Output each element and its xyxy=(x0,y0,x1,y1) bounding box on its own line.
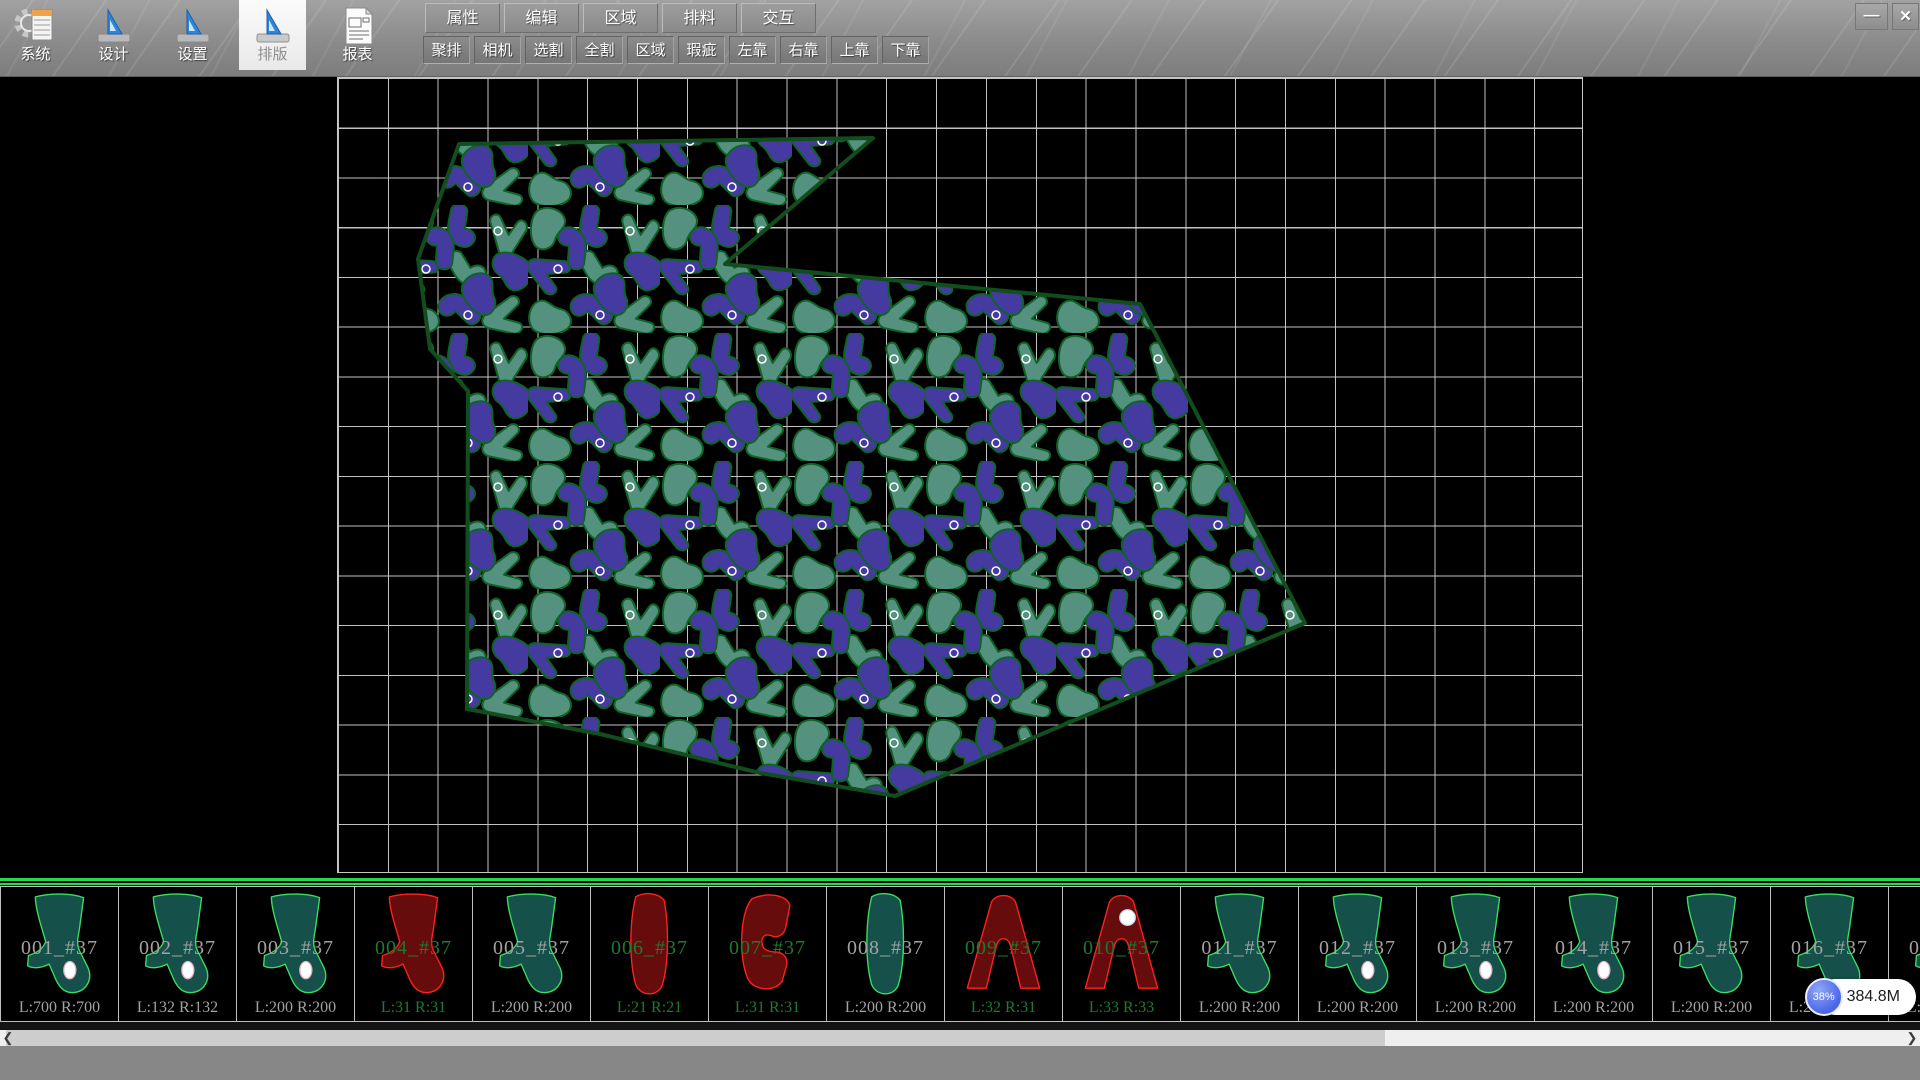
system-gear-icon xyxy=(14,6,58,46)
thumbnail-cell[interactable]: 010_#37 L:33 R:33 xyxy=(1062,886,1181,1022)
part-lr-count: L:33 R:33 xyxy=(1063,999,1180,1017)
tool-align-right[interactable]: 右靠 xyxy=(780,36,827,64)
thumbnail-cell[interactable]: 003_#37 L:200 R:200 xyxy=(236,886,355,1022)
hide-nesting-view[interactable] xyxy=(0,77,1920,878)
part-lr-count: L:200 R:200 xyxy=(1181,999,1298,1017)
application-window: 系统 设计 设置 排版 xyxy=(0,0,1920,1080)
part-lr-count: L:21 R:21 xyxy=(591,999,708,1017)
part-lr-count: L:132 R:132 xyxy=(119,999,236,1017)
design-setsquare-icon xyxy=(92,6,136,46)
menu-region[interactable]: 区域 xyxy=(583,3,658,33)
part-label: 015_#37 xyxy=(1653,937,1770,960)
thumbnail-cell[interactable]: 008_#37 L:200 R:200 xyxy=(826,886,945,1022)
thumbnail-cell[interactable]: 014_#37 L:200 R:200 xyxy=(1534,886,1653,1022)
menu-properties[interactable]: 属性 xyxy=(425,3,500,33)
tool-align-top[interactable]: 上靠 xyxy=(831,36,878,64)
big-button-label: 设置 xyxy=(159,43,226,64)
thumbnail-cell[interactable]: 012_#37 L:200 R:200 xyxy=(1298,886,1417,1022)
thumbnail-cell[interactable]: 001_#37 L:700 R:700 xyxy=(0,886,119,1022)
part-lr-count: L:200 R:200 xyxy=(1535,999,1652,1017)
part-label: 014_#37 xyxy=(1535,937,1652,960)
tool-region[interactable]: 区域 xyxy=(627,36,674,64)
big-button-design[interactable]: 设计 xyxy=(80,0,147,70)
layout-setsquare-icon xyxy=(251,6,295,46)
thumbnail-cell[interactable]: 009_#37 L:32 R:31 xyxy=(944,886,1063,1022)
menu-nesting[interactable]: 排料 xyxy=(662,3,737,33)
thumbnail-cell[interactable]: 015_#37 L:200 R:200 xyxy=(1652,886,1771,1022)
part-label: 013_#37 xyxy=(1417,937,1534,960)
toolbar: 系统 设计 设置 排版 xyxy=(0,0,1920,77)
thumbnail-cell[interactable]: 011_#37 L:200 R:200 xyxy=(1180,886,1299,1022)
part-lr-count: L:200 R:200 xyxy=(237,999,354,1017)
part-label: 007_#37 xyxy=(709,937,826,960)
tool-align-left[interactable]: 左靠 xyxy=(729,36,776,64)
part-label: 009_#37 xyxy=(945,937,1062,960)
tool-cut-all[interactable]: 全割 xyxy=(576,36,623,64)
thumbnail-cell[interactable]: 004_#37 L:31 R:31 xyxy=(354,886,473,1022)
scroll-left-icon[interactable]: ❮ xyxy=(0,1030,16,1046)
part-label: 008_#37 xyxy=(827,937,944,960)
big-button-label: 报表 xyxy=(324,43,391,64)
thumbnail-strip-cells: 001_#37 L:700 R:700 002_#37 L:132 R:132 … xyxy=(0,886,1920,1022)
big-button-system[interactable]: 系统 xyxy=(2,0,69,70)
menu-interactive[interactable]: 交互 xyxy=(741,3,816,33)
part-lr-count: L:200 R:200 xyxy=(1653,999,1770,1017)
part-lr-count: L:31 R:31 xyxy=(709,999,826,1017)
part-label: 005_#37 xyxy=(473,937,590,960)
memory-usage-badge: 38% 384.8M xyxy=(1805,978,1916,1016)
part-label: 012_#37 xyxy=(1299,937,1416,960)
menu-edit[interactable]: 编辑 xyxy=(504,3,579,33)
tool-cluster-nest[interactable]: 聚排 xyxy=(423,36,470,64)
part-label: 003_#37 xyxy=(237,937,354,960)
tool-defect[interactable]: 瑕疵 xyxy=(678,36,725,64)
part-label: 006_#37 xyxy=(591,937,708,960)
thumbnail-cell[interactable]: 005_#37 L:200 R:200 xyxy=(472,886,591,1022)
minimize-button[interactable]: — xyxy=(1855,3,1888,30)
big-button-layout[interactable]: 排版 xyxy=(239,0,306,70)
strip-bottom-gap xyxy=(0,1022,1920,1030)
big-button-label: 排版 xyxy=(239,43,306,64)
part-label: 001_#37 xyxy=(1,937,118,960)
nesting-workspace[interactable] xyxy=(0,77,1920,878)
thumbnail-cell[interactable]: 007_#37 L:31 R:31 xyxy=(708,886,827,1022)
usage-percent-indicator: 38% xyxy=(1805,978,1843,1016)
menu-bar: 属性 编辑 区域 排料 交互 xyxy=(425,3,816,33)
horizontal-scrollbar[interactable]: ❮ ❯ xyxy=(0,1030,1920,1046)
tool-align-bottom[interactable]: 下靠 xyxy=(882,36,929,64)
big-button-label: 设计 xyxy=(80,43,147,64)
part-label: 010_#37 xyxy=(1063,937,1180,960)
part-label: 004_#37 xyxy=(355,937,472,960)
big-button-settings[interactable]: 设置 xyxy=(159,0,226,70)
strip-separator-line xyxy=(0,878,1920,886)
part-label: 017_#37 xyxy=(1889,937,1920,960)
part-lr-count: L:31 R:31 xyxy=(355,999,472,1017)
status-bar xyxy=(0,1046,1920,1080)
scrollbar-thumb[interactable] xyxy=(6,1030,1385,1046)
big-button-report[interactable]: 报表 xyxy=(324,0,391,70)
part-label: 002_#37 xyxy=(119,937,236,960)
part-lr-count: L:200 R:200 xyxy=(473,999,590,1017)
scroll-right-icon[interactable]: ❯ xyxy=(1904,1030,1920,1046)
tool-select-cut[interactable]: 选割 xyxy=(525,36,572,64)
part-label: 016_#37 xyxy=(1771,937,1888,960)
part-lr-count: L:700 R:700 xyxy=(1,999,118,1017)
thumbnail-cell[interactable]: 013_#37 L:200 R:200 xyxy=(1416,886,1535,1022)
report-document-icon xyxy=(336,6,380,46)
tool-button-row: 聚排 相机 选割 全割 区域 瑕疵 左靠 右靠 上靠 下靠 xyxy=(423,36,929,64)
big-button-label: 系统 xyxy=(2,43,69,64)
part-lr-count: L:200 R:200 xyxy=(1417,999,1534,1017)
settings-setsquare-icon xyxy=(171,6,215,46)
tool-camera[interactable]: 相机 xyxy=(474,36,521,64)
thumbnail-cell[interactable]: 006_#37 L:21 R:21 xyxy=(590,886,709,1022)
part-lr-count: L:200 R:200 xyxy=(1299,999,1416,1017)
thumbnail-cell[interactable]: 002_#37 L:132 R:132 xyxy=(118,886,237,1022)
leather-hide[interactable] xyxy=(418,138,1305,796)
part-lr-count: L:32 R:31 xyxy=(945,999,1062,1017)
part-label: 011_#37 xyxy=(1181,937,1298,960)
close-button[interactable]: ✕ xyxy=(1892,3,1919,30)
part-lr-count: L:200 R:200 xyxy=(827,999,944,1017)
